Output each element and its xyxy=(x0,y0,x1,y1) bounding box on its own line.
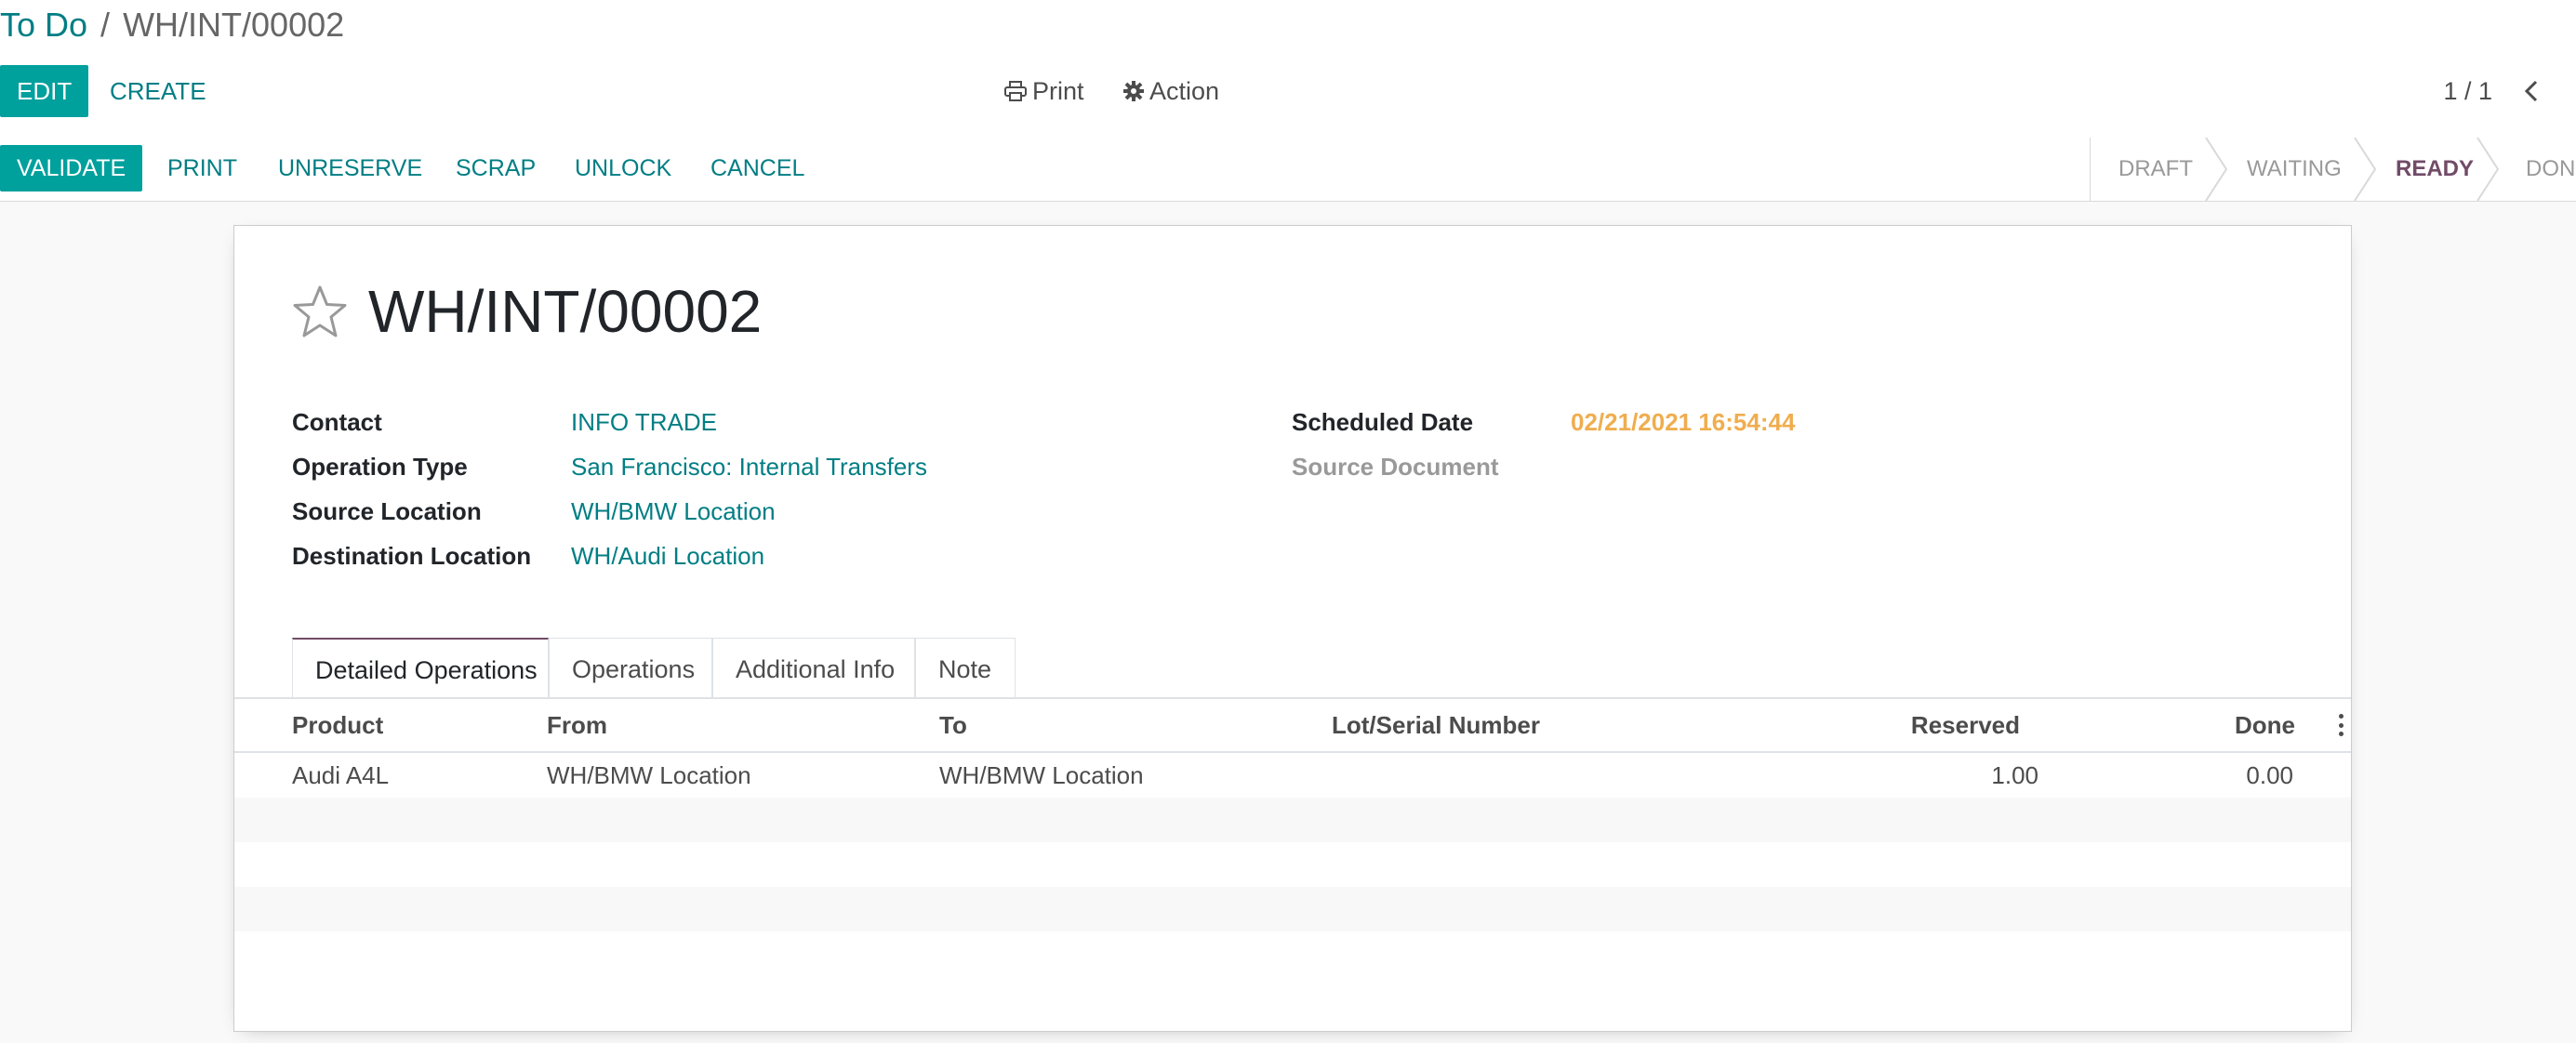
column-header-reserved[interactable]: Reserved xyxy=(1834,699,2020,751)
empty-row xyxy=(234,887,2351,931)
stage-draft[interactable]: DRAFT xyxy=(2118,138,2193,201)
contact-label: Contact xyxy=(292,408,382,436)
pager-previous-button[interactable] xyxy=(2515,65,2548,117)
cell-reserved: 1.00 xyxy=(1991,761,2038,789)
column-header-product[interactable]: Product xyxy=(292,699,383,751)
unlock-button[interactable]: UNLOCK xyxy=(575,145,671,191)
stage-done[interactable]: DON xyxy=(2526,138,2575,201)
status-bar: VALIDATE PRINT UNRESERVE SCRAP UNLOCK CA… xyxy=(0,138,2576,202)
destination-location-value[interactable]: WH/Audi Location xyxy=(571,542,764,571)
edit-button[interactable]: EDIT xyxy=(0,65,89,117)
stage-waiting[interactable]: WAITING xyxy=(2247,138,2342,201)
chevron-left-icon xyxy=(2524,80,2538,102)
record-title: WH/INT/00002 xyxy=(368,278,763,345)
action-label: Action xyxy=(1149,77,1220,105)
print-button[interactable]: PRINT xyxy=(167,145,237,191)
cell-product: Audi A4L xyxy=(292,761,390,789)
scheduled-date-value: 02/21/2021 16:54:44 xyxy=(1571,408,1796,436)
stage-ready[interactable]: READY xyxy=(2396,138,2474,201)
validate-button[interactable]: VALIDATE xyxy=(0,145,143,191)
tab-detailed-operations[interactable]: Detailed Operations xyxy=(292,638,549,699)
column-header-done[interactable]: Done xyxy=(2159,699,2295,751)
printer-icon xyxy=(1004,81,1027,101)
source-document-label: Source Document xyxy=(1292,453,1499,481)
scheduled-date-label: Scheduled Date xyxy=(1292,408,1474,436)
stage-pipeline: DRAFT WAITING READY DON xyxy=(2090,138,2576,201)
control-panel: To Do / WH/INT/00002 EDIT CREATE Print Act… xyxy=(0,0,2576,139)
operation-type-label: Operation Type xyxy=(292,453,468,481)
empty-row xyxy=(234,798,2351,842)
tab-operations[interactable]: Operations xyxy=(549,638,712,699)
cell-to: WH/BMW Location xyxy=(939,761,1144,789)
print-label: Print xyxy=(1032,77,1084,105)
tab-note[interactable]: Note xyxy=(915,638,1016,699)
tab-additional-info[interactable]: Additional Info xyxy=(712,638,915,699)
source-location-value[interactable]: WH/BMW Location xyxy=(571,497,776,526)
column-header-lot[interactable]: Lot/Serial Number xyxy=(1332,699,1540,751)
source-location-label: Source Location xyxy=(292,497,482,525)
empty-row xyxy=(234,842,2351,887)
breadcrumb: To Do / WH/INT/00002 xyxy=(0,2,344,48)
breadcrumb-current: WH/INT/00002 xyxy=(123,6,345,44)
breadcrumb-separator: / xyxy=(100,6,111,44)
breadcrumb-parent-link[interactable]: To Do xyxy=(0,6,87,44)
title-row: WH/INT/00002 xyxy=(292,274,762,349)
star-icon[interactable] xyxy=(292,284,348,338)
contact-value[interactable]: INFO TRADE xyxy=(571,408,717,437)
table-row[interactable]: Audi A4L WH/BMW Location WH/BMW Location… xyxy=(234,753,2351,798)
table-header: Product From To Lot/Serial Number Reserv… xyxy=(234,699,2351,753)
print-dropdown[interactable]: Print xyxy=(1004,65,1084,117)
cell-from: WH/BMW Location xyxy=(547,761,751,789)
cancel-button[interactable]: CANCEL xyxy=(710,145,804,191)
optional-columns-icon[interactable] xyxy=(2338,714,2344,736)
form-sheet: WH/INT/00002 Contact INFO TRADE Operatio… xyxy=(233,225,2352,1032)
unreserve-button[interactable]: UNRESERVE xyxy=(278,145,422,191)
column-header-to[interactable]: To xyxy=(939,699,967,751)
destination-location-label: Destination Location xyxy=(292,542,532,570)
create-button[interactable]: CREATE xyxy=(110,65,206,117)
gear-icon xyxy=(1123,81,1144,101)
scrap-button[interactable]: SCRAP xyxy=(456,145,536,191)
pager-value[interactable]: 1 / 1 xyxy=(2443,65,2492,117)
cell-done: 0.00 xyxy=(2246,761,2293,789)
operation-type-value[interactable]: San Francisco: Internal Transfers xyxy=(571,453,927,482)
action-dropdown[interactable]: Action xyxy=(1123,65,1219,117)
column-header-from[interactable]: From xyxy=(547,699,607,751)
